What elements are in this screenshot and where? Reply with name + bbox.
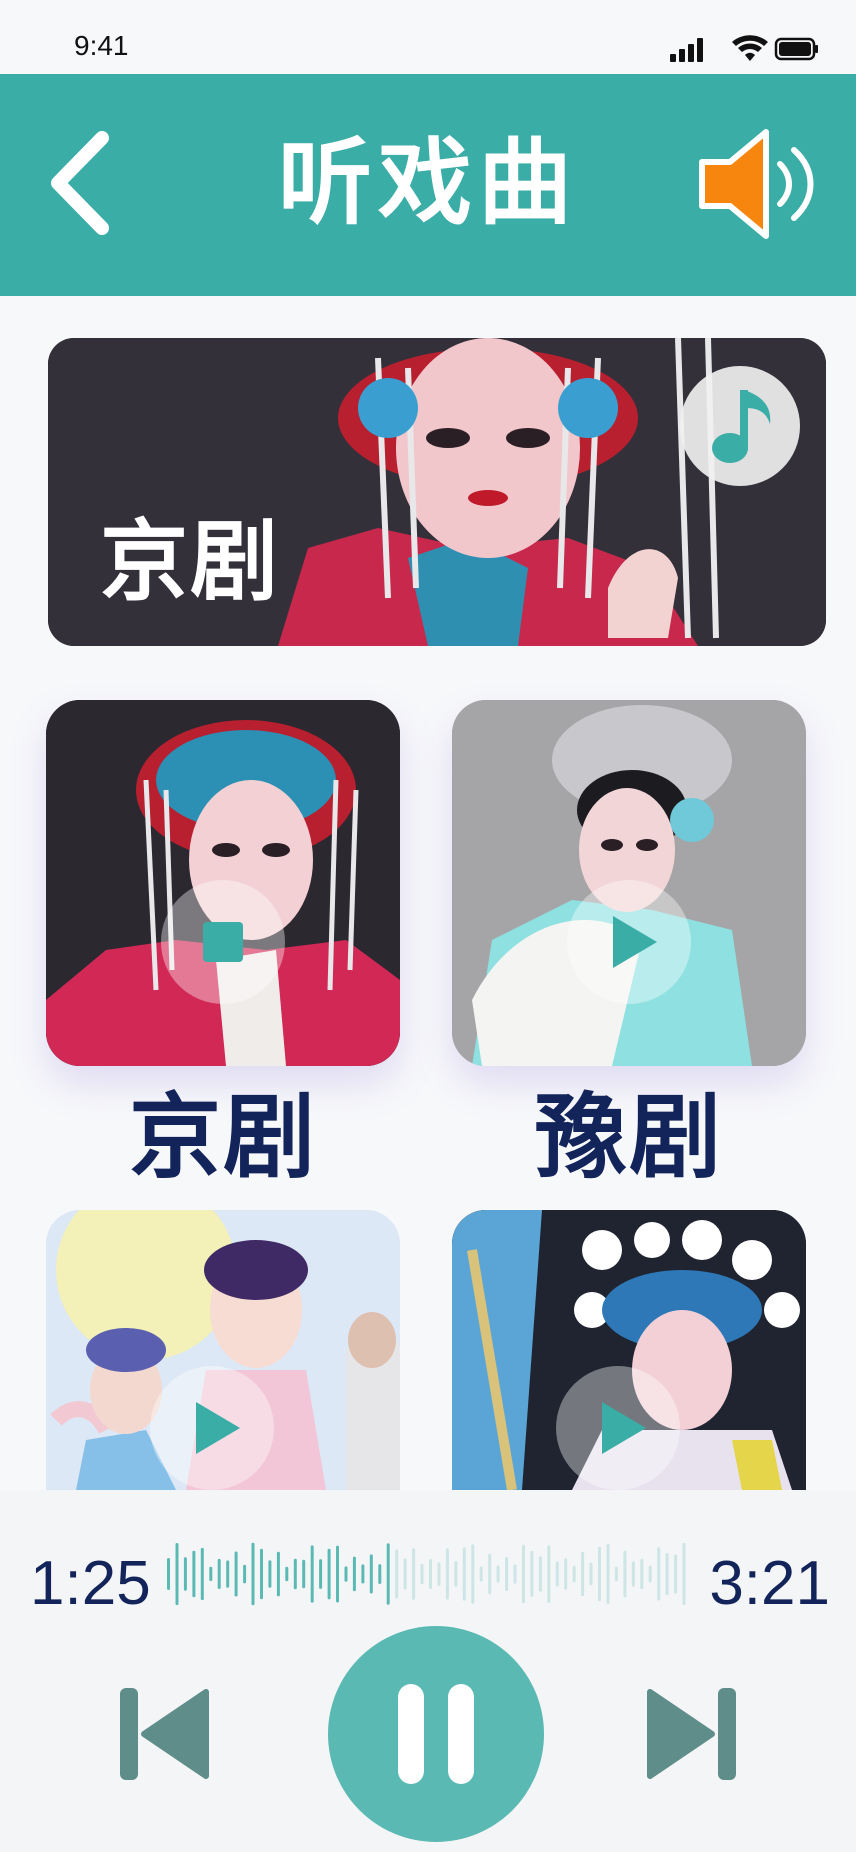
waveform-bar — [293, 1558, 297, 1590]
waveform-bar — [412, 1548, 416, 1600]
waveform-bar — [606, 1544, 610, 1605]
waveform-bar — [386, 1543, 390, 1605]
status-bar: 9:41 — [0, 0, 856, 74]
stop-icon — [203, 922, 243, 962]
waveform-bar — [378, 1564, 382, 1584]
opera-card-jingju[interactable] — [46, 700, 400, 1066]
music-note-icon — [712, 390, 771, 463]
waveform-bar — [344, 1566, 348, 1582]
waveform-bar — [209, 1566, 213, 1582]
waveform-bar — [462, 1547, 466, 1601]
waveform-bar — [496, 1565, 500, 1583]
app-header: 听戏曲 — [0, 74, 856, 296]
wifi-icon — [732, 35, 768, 61]
opera-card-4[interactable] — [452, 1210, 806, 1490]
waveform-bar — [488, 1553, 492, 1595]
waveform-bar — [226, 1560, 230, 1588]
waveform-bar — [192, 1550, 196, 1598]
waveform-bar — [302, 1559, 306, 1589]
waveform-bar — [682, 1542, 686, 1606]
waveform-bar — [167, 1558, 170, 1590]
waveform-bar — [243, 1564, 247, 1584]
waveform-bar — [572, 1565, 576, 1583]
waveform-bar — [530, 1550, 534, 1597]
waveform-bar — [268, 1560, 272, 1588]
battery-icon — [774, 37, 818, 61]
waveform-bar — [581, 1551, 585, 1597]
waveform-bar — [276, 1551, 280, 1597]
card-stop-button[interactable] — [161, 880, 285, 1004]
play-icon — [602, 1402, 646, 1454]
waveform-bar — [437, 1562, 441, 1586]
opera-card-yuju[interactable] — [452, 700, 806, 1066]
waveform-bar — [403, 1558, 407, 1590]
featured-banner[interactable]: 京剧 — [48, 338, 826, 646]
waveform-bar — [674, 1554, 678, 1594]
waveform-bar — [395, 1549, 399, 1599]
audio-player: 1:25 3:21 — [0, 1490, 856, 1852]
waveform-bar — [547, 1545, 551, 1603]
waveform-bar — [538, 1556, 542, 1592]
banner-label: 京剧 — [100, 510, 281, 613]
waveform-bar — [285, 1566, 289, 1582]
play-icon — [196, 1402, 240, 1454]
play-icon — [613, 916, 657, 968]
card-play-button[interactable] — [567, 880, 691, 1004]
waveform-progress[interactable] — [166, 1534, 690, 1614]
waveform-bar — [589, 1562, 593, 1586]
waveform-bar — [505, 1557, 509, 1592]
waveform-bar — [665, 1553, 669, 1596]
card-label-jingju: 京剧 — [128, 1084, 317, 1191]
waveform-bar — [513, 1564, 517, 1584]
card-label-yuju: 豫剧 — [534, 1084, 723, 1191]
waveform-bar — [614, 1566, 618, 1582]
music-badge[interactable] — [680, 366, 800, 486]
waveform-bar — [369, 1554, 373, 1594]
waveform-bar — [217, 1558, 221, 1589]
card-play-button[interactable] — [150, 1366, 274, 1490]
waveform-bar — [234, 1551, 238, 1597]
waveform-bar — [445, 1548, 449, 1600]
waveform-bar — [175, 1543, 179, 1606]
waveform-bar — [564, 1558, 568, 1590]
waveform-bar — [657, 1547, 661, 1601]
skip-previous-icon[interactable] — [118, 1684, 210, 1784]
waveform-bar — [251, 1542, 255, 1606]
status-icons — [670, 35, 818, 62]
waveform-bar — [623, 1550, 627, 1598]
waveform-bar — [640, 1558, 644, 1590]
waveform-bar — [429, 1559, 432, 1589]
waveform-bar — [310, 1545, 314, 1603]
waveform-bar — [200, 1547, 204, 1601]
waveform-bar — [522, 1544, 525, 1604]
waveform-bar — [327, 1548, 331, 1600]
status-time: 9:41 — [74, 30, 129, 61]
waveform-bar — [555, 1561, 559, 1587]
waveform-bar — [648, 1565, 652, 1583]
speaker-icon[interactable] — [696, 124, 826, 244]
signal-icon — [670, 38, 703, 62]
waveform-bar — [336, 1545, 339, 1603]
waveform-bar — [260, 1548, 263, 1600]
waveform-bar — [471, 1544, 475, 1604]
pause-icon — [398, 1684, 474, 1784]
card-play-button[interactable] — [556, 1366, 680, 1490]
waveform-bar — [352, 1556, 356, 1592]
pause-button[interactable] — [328, 1626, 544, 1842]
skip-next-icon[interactable] — [646, 1684, 738, 1784]
total-time: 3:21 — [709, 1549, 830, 1618]
current-time: 1:25 — [30, 1549, 151, 1618]
waveform-bar — [319, 1559, 323, 1589]
waveform-bar — [454, 1561, 458, 1587]
waveform-bar — [361, 1564, 365, 1584]
waveform-bar — [631, 1561, 635, 1587]
waveform-bar — [479, 1566, 483, 1582]
waveform-bar — [598, 1546, 601, 1602]
opera-card-3[interactable] — [46, 1210, 400, 1490]
waveform-bar — [420, 1563, 424, 1585]
waveform-bar — [183, 1557, 187, 1591]
